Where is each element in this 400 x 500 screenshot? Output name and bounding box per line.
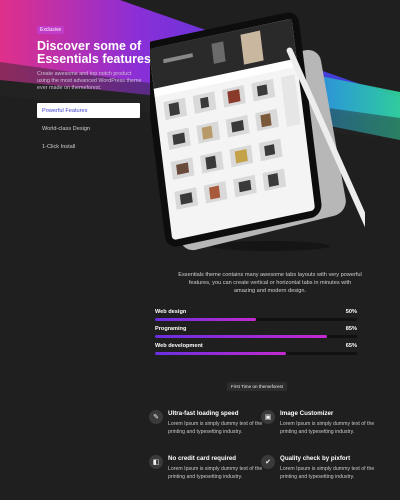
card-icon: ◧ — [149, 455, 163, 469]
skill-web-development: Web development 65% — [155, 343, 357, 360]
tab-powerful-features[interactable]: Powerful Features — [37, 103, 140, 118]
skill-percent: 85% — [345, 326, 357, 332]
check-icon: ✔ — [261, 455, 275, 469]
rocket-icon: ✎ — [149, 410, 163, 424]
feature-text: Lorem Ipsum is simply dummy text of the … — [280, 466, 375, 480]
feature-title: Quality check by pixfort — [280, 455, 351, 462]
tablet-mockup-image — [142, 10, 372, 255]
skill-label: Programing — [155, 326, 187, 332]
skill-label: Web design — [155, 309, 187, 315]
tab-world-class-design[interactable]: World-class Design — [37, 121, 140, 136]
skill-web-design: Web design 50% — [155, 309, 357, 326]
skill-percent: 65% — [345, 343, 357, 349]
feature-title: Ultra-fast loading speed — [168, 410, 239, 417]
section-description: Create awesome and top notch product usi… — [37, 71, 142, 92]
skill-percent: 50% — [345, 309, 357, 315]
themeforest-pill: First Time on themeforest — [227, 382, 288, 391]
image-icon: ▣ — [261, 410, 275, 424]
page-canvas: Exclusive Discover some of Essentials fe… — [0, 0, 400, 500]
tab-one-click-install[interactable]: 1-Click Install — [37, 139, 140, 154]
feature-text: Lorem Ipsum is simply dummy text of the … — [168, 421, 263, 435]
skill-label: Web development — [155, 343, 203, 349]
feature-text: Lorem Ipsum is simply dummy text of the … — [280, 421, 375, 435]
progress-track — [155, 318, 357, 321]
feature-title: Image Customizer — [280, 410, 334, 417]
progress-track — [155, 352, 357, 355]
skills-list: Web design 50% Programing 85% Web develo… — [155, 309, 357, 360]
feature-title: No credit card required — [168, 455, 237, 462]
progress-track — [155, 335, 357, 338]
progress-fill — [155, 318, 256, 321]
progress-fill — [155, 352, 287, 355]
exclusive-badge: Exclusive — [37, 26, 65, 34]
feature-text: Lorem Ipsum is simply dummy text of the … — [168, 466, 263, 480]
feature-tabs: Powerful Features World-class Design 1-C… — [37, 103, 140, 157]
skill-programing: Programing 85% — [155, 326, 357, 343]
section-title: Discover some of Essentials features. — [37, 39, 155, 66]
progress-fill — [155, 335, 327, 338]
tabs-description: Essentials theme contains many awesome t… — [178, 272, 362, 294]
